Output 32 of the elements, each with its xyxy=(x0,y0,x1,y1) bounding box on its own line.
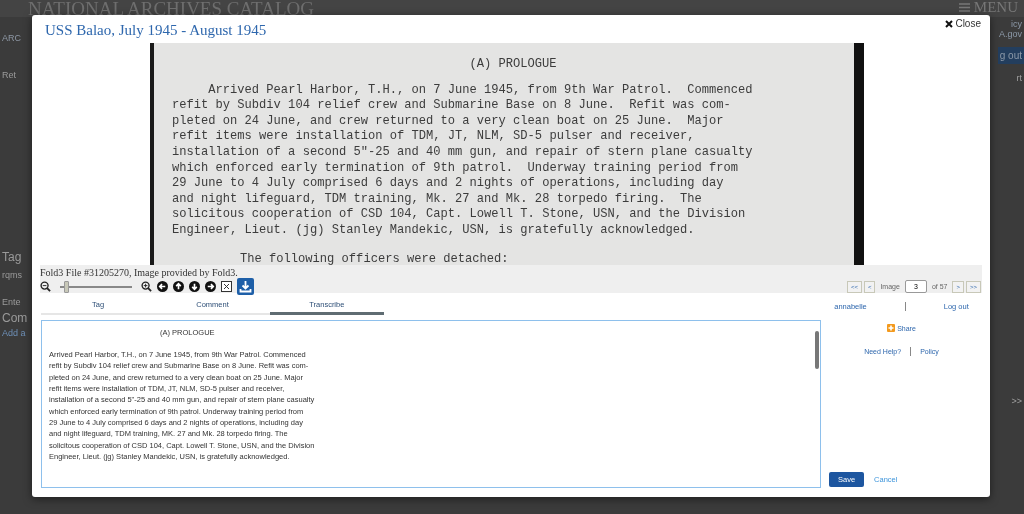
background-text: rt xyxy=(1015,73,1023,83)
background-text: icy xyxy=(1010,19,1023,29)
document-paragraph: Arrived Pearl Harbor, T.H., on 7 June 1945, from 9th War Patrol. Commenced refit by Subdiv 104 relief crew and Submarine Base on 8 June. Refit was com- pleted on 24 June, and crew returned to a very clean boat on 25 June. Major refit items were installation of TDM, JT, NLM, SD-5 pulser and receiver, installation of a second 5"-25 and 40 mm gun, and repair of stern plane casualty which enforced early termination of 9th patrol. Underway training period from 29 June to 4 July comprised 6 days and 2 nights of operations, including day and night lifeguard, TDM training, Mk. 27 and Mk. 28 torpedo firing. The solicitous cooperation of CSD 104, Capt. Lowell T. Stone, USN, and the Division Engineer, Lieut. (jg) Stanley Mandekic, USN, is gratefully acknowledged. xyxy=(172,82,753,239)
close-button[interactable]: Close xyxy=(945,18,981,29)
background-text: g out xyxy=(997,47,1024,64)
dialog-title: USS Balao, July 1945 - August 1945 xyxy=(45,22,267,39)
arrow-down-icon[interactable] xyxy=(189,281,200,292)
plus-icon xyxy=(887,324,896,332)
fit-icon[interactable] xyxy=(221,281,232,292)
arrow-up-icon[interactable] xyxy=(173,281,184,292)
transcription-field[interactable] xyxy=(41,320,821,488)
background-text: Add a xyxy=(1,328,27,338)
download-button[interactable] xyxy=(237,278,254,295)
background-text: rqms xyxy=(1,270,23,280)
menu-icon xyxy=(958,3,970,12)
background-text: >> xyxy=(1010,396,1023,406)
document-heading: (A) PROLOGUE xyxy=(469,57,557,73)
background-text: Tag xyxy=(1,250,23,264)
image-caption: Fold3 File #31205270, Image provided by Fold3. xyxy=(40,267,238,278)
zoom-out-icon[interactable] xyxy=(40,281,51,292)
background-text: ARC xyxy=(1,33,22,43)
close-icon xyxy=(945,19,954,28)
document-text: The following officers were detached: xyxy=(240,251,510,265)
slider-thumb[interactable] xyxy=(63,280,69,293)
background-text: Ente xyxy=(1,297,22,307)
scrollbar-thumb[interactable] xyxy=(815,331,819,369)
background-text: Com xyxy=(1,311,29,325)
arrow-right-icon[interactable] xyxy=(205,281,216,292)
zoom-in-icon[interactable] xyxy=(141,281,152,292)
arrow-left-icon[interactable] xyxy=(157,281,168,292)
background-text: A.gov xyxy=(998,29,1023,39)
background-text: Ret xyxy=(1,70,17,80)
